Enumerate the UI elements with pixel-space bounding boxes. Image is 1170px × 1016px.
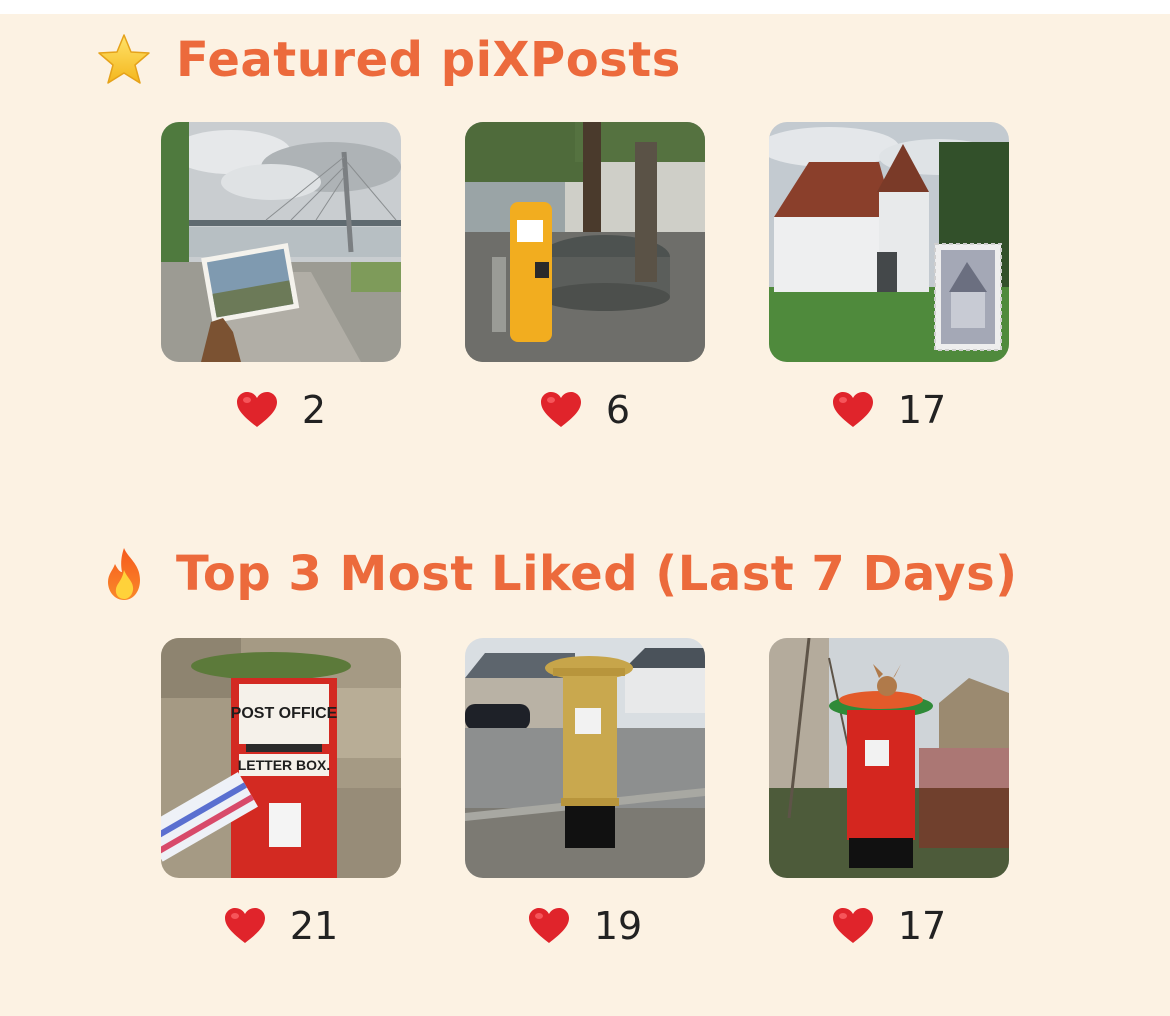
like-count: 6 xyxy=(605,388,631,432)
section-title: Top 3 Most Liked (Last 7 Days) xyxy=(176,546,1018,602)
post-card[interactable]: POST OFFICE LETTER BOX. 21 xyxy=(161,638,401,950)
feed-page: Featured piXPosts 2 6 17 Top 3 Most Like… xyxy=(0,14,1170,1016)
post-thumbnail[interactable] xyxy=(161,122,401,362)
heart-icon xyxy=(832,908,873,943)
top-liked-section-header: Top 3 Most Liked (Last 7 Days) xyxy=(96,546,1018,602)
post-card[interactable]: 2 xyxy=(161,122,401,434)
featured-section-header: Featured piXPosts xyxy=(96,32,681,88)
post-thumbnail[interactable] xyxy=(465,638,705,878)
post-card[interactable]: 17 xyxy=(769,638,1009,950)
like-count: 19 xyxy=(593,904,643,948)
like-counter[interactable]: 17 xyxy=(769,902,1009,950)
like-counter[interactable]: 2 xyxy=(161,386,401,434)
post-thumbnail[interactable] xyxy=(465,122,705,362)
heart-icon xyxy=(540,392,581,427)
like-counter[interactable]: 17 xyxy=(769,386,1009,434)
post-thumbnail[interactable] xyxy=(769,122,1009,362)
post-thumbnail[interactable] xyxy=(769,638,1009,878)
heart-icon xyxy=(832,392,873,427)
like-count: 17 xyxy=(897,388,947,432)
post-thumbnail[interactable]: POST OFFICE LETTER BOX. xyxy=(161,638,401,878)
like-counter[interactable]: 21 xyxy=(161,902,401,950)
heart-icon xyxy=(236,392,277,427)
like-count: 21 xyxy=(289,904,339,948)
heart-icon xyxy=(528,908,569,943)
like-counter[interactable]: 6 xyxy=(465,386,705,434)
svg-text:LETTER BOX.: LETTER BOX. xyxy=(238,757,331,773)
like-count: 17 xyxy=(897,904,947,948)
like-counter[interactable]: 19 xyxy=(465,902,705,950)
post-card[interactable]: 17 xyxy=(769,122,1009,434)
fire-icon xyxy=(108,548,140,600)
svg-text:POST OFFICE: POST OFFICE xyxy=(231,705,338,722)
like-count: 2 xyxy=(301,388,327,432)
star-icon xyxy=(98,34,150,84)
post-card[interactable]: 6 xyxy=(465,122,705,434)
top-liked-posts-grid: POST OFFICE LETTER BOX. 21 19 17 xyxy=(161,638,1011,958)
post-card[interactable]: 19 xyxy=(465,638,705,950)
heart-icon xyxy=(224,908,265,943)
section-title: Featured piXPosts xyxy=(176,32,681,88)
featured-posts-grid: 2 6 17 xyxy=(161,122,1011,442)
